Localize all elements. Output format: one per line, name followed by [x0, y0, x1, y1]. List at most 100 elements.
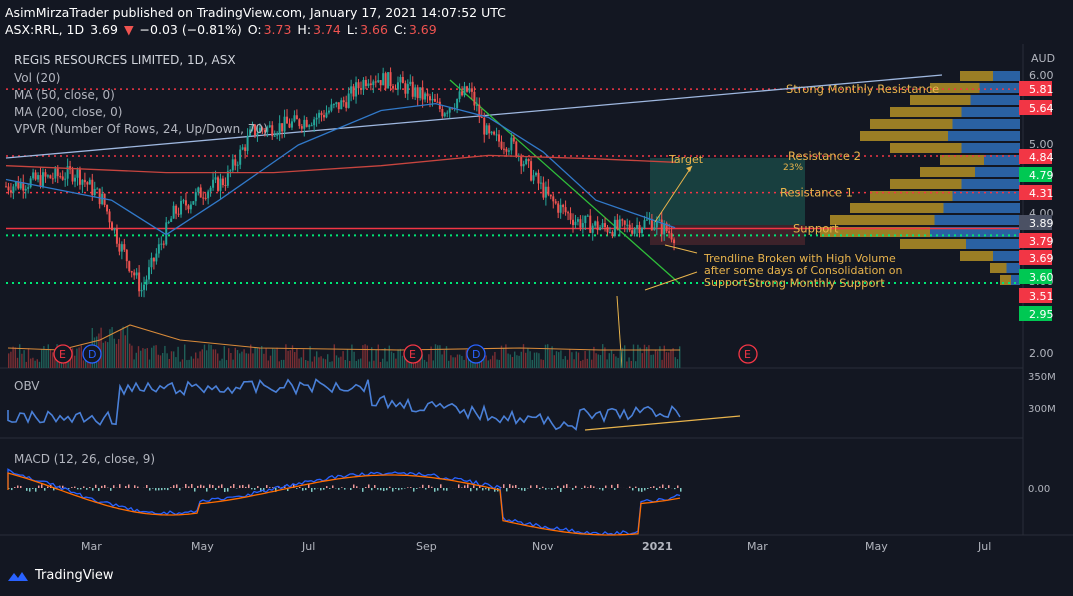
- volume-bar: [129, 343, 131, 368]
- volume-bar: [272, 348, 274, 368]
- macd-histogram-bar: [257, 486, 259, 488]
- annotation-target: Target: [668, 153, 704, 166]
- candle-body: [209, 187, 212, 192]
- vpvr-bar-down: [966, 239, 1020, 249]
- volume-bar: [316, 351, 318, 368]
- volume-bar: [399, 348, 401, 368]
- macd-histogram-bar: [230, 486, 232, 488]
- y-tick-label: 2.00: [1029, 347, 1054, 360]
- candle-body: [41, 172, 44, 187]
- volume-bar: [496, 359, 498, 368]
- macd-histogram-bar: [632, 488, 634, 491]
- candle-body: [623, 220, 626, 225]
- candle-body: [350, 86, 353, 94]
- candle-body: [638, 225, 641, 233]
- candle-body: [345, 102, 348, 108]
- macd-histogram-bar: [167, 488, 169, 491]
- macd-histogram-bar: [443, 488, 445, 491]
- candle-body: [332, 104, 335, 106]
- macd-histogram-bar: [371, 488, 373, 491]
- macd-histogram-bar: [656, 488, 658, 490]
- chart-canvas[interactable]: Strong Monthly Resistance Resistance 2 Res…: [0, 0, 1073, 596]
- volume-bar: [437, 345, 439, 368]
- volume-bar: [168, 358, 170, 368]
- candle-body: [59, 176, 62, 178]
- candle-body: [288, 123, 291, 128]
- volume-bar: [454, 357, 456, 368]
- volume-bar: [221, 358, 223, 368]
- vpvr-bar-up: [990, 263, 1007, 273]
- candle-body: [594, 221, 597, 226]
- volume-bar: [443, 350, 445, 368]
- candle-body: [286, 116, 289, 124]
- macd-histogram-bar: [215, 488, 217, 491]
- obv-axis-label: 300M: [1028, 404, 1056, 415]
- candle-body: [488, 125, 491, 134]
- macd-histogram-bar: [41, 484, 43, 488]
- volume-bar: [371, 347, 373, 368]
- volume-bar: [511, 357, 514, 368]
- volume-bar: [672, 348, 674, 368]
- candle-body: [214, 177, 217, 180]
- candle-body: [187, 205, 190, 210]
- candle-body: [606, 227, 609, 233]
- macd-histogram-bar: [485, 488, 487, 490]
- macd-histogram-bar: [83, 486, 85, 488]
- candle-body: [604, 223, 607, 228]
- volume-bar: [395, 358, 397, 368]
- volume-bar: [503, 347, 505, 368]
- volume-bar: [377, 344, 379, 368]
- macd-histogram-bar: [410, 487, 412, 488]
- candle-body: [271, 125, 274, 137]
- volume-bar: [529, 351, 531, 368]
- annotation-note: Support: [704, 276, 748, 289]
- volume-bar: [34, 360, 36, 368]
- candle-body: [83, 179, 86, 183]
- x-tick-label: 2021: [642, 540, 673, 553]
- volume-bar: [195, 352, 197, 368]
- volume-bar: [225, 360, 228, 368]
- candle-body: [473, 91, 476, 106]
- volume-bar: [23, 350, 25, 368]
- macd-histogram-bar: [35, 488, 37, 492]
- candle-body: [475, 104, 478, 106]
- macd-histogram-bar: [71, 487, 73, 488]
- candle-body: [88, 179, 91, 185]
- candle-body: [522, 164, 525, 167]
- volume-bar: [307, 360, 309, 368]
- vpvr-bar-down: [975, 167, 1020, 177]
- volume-bar: [386, 361, 388, 368]
- macd-histogram-bar: [650, 487, 652, 488]
- volume-bar: [344, 359, 346, 368]
- macd-histogram-bar: [62, 485, 64, 488]
- candle-body: [113, 228, 116, 231]
- volume-bar: [236, 350, 239, 368]
- candle-body: [170, 218, 173, 222]
- volume-bar: [665, 352, 668, 368]
- tradingview-footer[interactable]: TradingView: [7, 568, 114, 583]
- volume-bar: [36, 359, 38, 368]
- volume-bar: [212, 349, 214, 368]
- volume-bar: [338, 357, 340, 368]
- volume-bar: [14, 347, 16, 368]
- macd-histogram-bar: [86, 488, 88, 490]
- candle-body: [599, 227, 602, 231]
- candle-body: [636, 225, 639, 229]
- macd-histogram-bar: [389, 486, 391, 488]
- volume-bar: [566, 359, 569, 368]
- candle-body: [505, 148, 508, 152]
- candle-body: [290, 121, 293, 128]
- volume-bar: [514, 351, 516, 368]
- macd-histogram-bar: [245, 486, 247, 488]
- level-label: Strong Monthly Resistance: [786, 82, 939, 96]
- candle-body: [485, 125, 488, 135]
- macd-histogram-bar: [653, 486, 655, 488]
- volume-bar: [8, 353, 10, 368]
- candle-body: [441, 109, 444, 117]
- macd-histogram-bar: [383, 488, 385, 492]
- volume-bar: [571, 352, 573, 368]
- volume-bar: [423, 359, 426, 368]
- macd-histogram-bar: [248, 484, 250, 488]
- candle-body: [379, 80, 382, 86]
- candle-body: [44, 172, 47, 177]
